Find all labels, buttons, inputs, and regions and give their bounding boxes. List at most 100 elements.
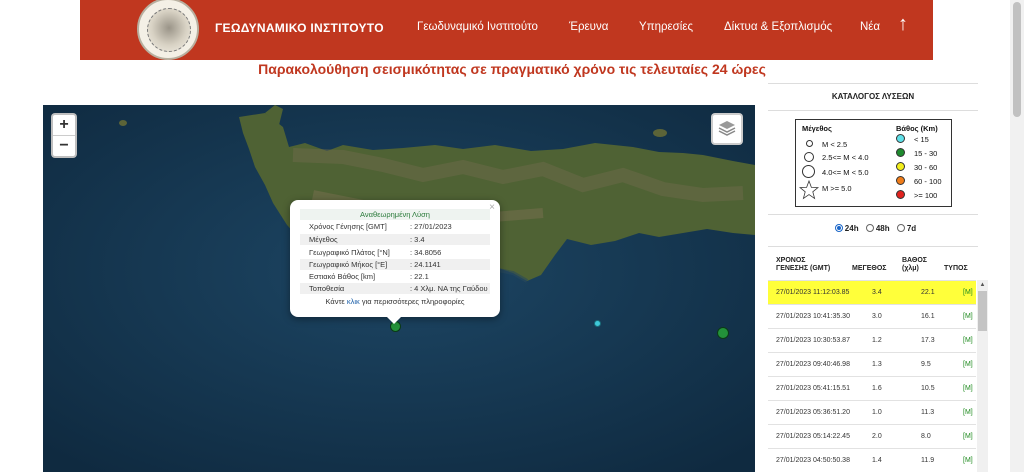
cell-type: [M] [963,337,973,344]
quake-marker[interactable] [594,320,601,327]
cell-depth: 17.3 [921,337,935,344]
popup-row: Τοποθεσία : 4 Χλμ. ΝΑ της Γαύδου [300,283,490,294]
cell-type: [M] [963,361,973,368]
nav-research[interactable]: Έρευνα [569,21,608,33]
popup-label: Τοποθεσία [309,284,345,293]
catalog-panel: ΚΑΤΑΛΟΓΟΣ ΛΥΣΕΩΝ Μέγεθος Βάθος (Km) M < … [768,83,978,472]
cell-time: 27/01/2023 10:30:53.87 [776,337,850,344]
nav-networks-equipment[interactable]: Δίκτυα & Εξοπλισμός [724,21,832,33]
cell-depth: 16.1 [921,313,935,320]
cell-depth: 8.0 [921,433,931,440]
legend-box: Μέγεθος Βάθος (Km) M < 2.5 2.5<= M < 4.0… [795,119,952,207]
cell-time: 27/01/2023 10:41:35.30 [776,313,850,320]
col-depth-l2: (χλμ) [902,265,919,272]
cell-magnitude: 1.3 [872,361,882,368]
popup-title: Αναθεωρημένη Λύση [300,209,490,220]
cell-time: 27/01/2023 09:40:46.98 [776,361,850,368]
divider [768,214,978,215]
popup-value: : 24.1141 [410,260,441,269]
scroll-up-icon[interactable]: ▲ [977,280,988,291]
nav-news[interactable]: Νέα [860,21,880,33]
cell-type: [M] [963,409,973,416]
range-48h-label[interactable]: 48h [876,224,890,233]
table-row[interactable]: 27/01/2023 09:40:46.98 1.3 9.5 [M] [768,352,976,377]
legend-magnitude-item: M < 2.5 [822,140,848,149]
logo-seal [147,8,191,52]
legend-depth-item: 60 - 100 [914,177,942,186]
legend-depth-item: 30 - 60 [914,163,938,172]
back-to-top-icon[interactable]: ↑ [898,14,908,34]
time-range-selector: 24h 48h 7d [768,224,978,233]
cell-magnitude: 3.0 [872,313,882,320]
cell-depth: 11.3 [921,409,935,416]
cell-magnitude: 1.0 [872,409,882,416]
quake-marker[interactable] [717,327,729,339]
cell-time: 27/01/2023 05:41:15.51 [776,385,850,392]
table-row[interactable]: 27/01/2023 04:50:50.38 1.4 11.9 [M] [768,448,976,473]
layers-icon [718,121,736,136]
depth-cyan-icon [896,134,905,143]
col-magnitude: ΜΕΓΕΘΟΣ [852,265,887,272]
range-7d-radio[interactable] [896,224,905,232]
catalog-title: ΚΑΤΑΛΟΓΟΣ ΛΥΣΕΩΝ [768,83,978,111]
nav-geodynamic-institute[interactable]: Γεωδυναμικό Ινστιτούτο [417,21,538,33]
popup-row: Γεωγραφικό Πλάτος [°N] : 34.8056 [300,247,490,258]
col-type: ΤΥΠΟΣ [944,265,968,272]
popup-label: Χρόνος Γένησης [GMT] [309,222,387,231]
cell-time: 27/01/2023 04:50:50.38 [776,457,850,464]
table-header: ΧΡΟΝΟΣ ΓΕΝΕΣΗΣ (GMT) ΜΕΓΕΘΟΣ ΒΑΘΟΣ (χλμ)… [768,255,978,281]
popup-row: Χρόνος Γένησης [GMT] : 27/01/2023 11:12:… [300,221,490,242]
popup-value: : 3.4 [410,235,425,244]
page-scrollbar[interactable] [1010,0,1024,472]
zoom-out-button[interactable]: − [53,135,75,156]
popup-label: Μέγεθος [309,235,338,244]
popup-tip [387,317,401,324]
page-scroll-thumb[interactable] [1013,2,1021,117]
zoom-in-button[interactable]: + [53,115,75,135]
table-scrollbar[interactable]: ▲ [977,280,988,472]
table-row[interactable]: 27/01/2023 10:41:35.30 3.0 16.1 [M] [768,304,976,329]
popup-row: Μέγεθος : 3.4 [300,234,490,245]
layers-button[interactable] [711,113,743,145]
legend-depth-item: 15 - 30 [914,149,938,158]
page-subtitle: Παρακολούθηση σεισμικότητας σε πραγματικ… [258,61,766,77]
depth-orange-icon [896,176,905,185]
col-time-l2: ΓΕΝΕΣΗΣ (GMT) [776,265,831,272]
table-row[interactable]: 27/01/2023 11:12:03.85 3.4 22.1 [M] [768,280,976,305]
table-scroll-thumb[interactable] [978,291,987,331]
legend-magnitude-item: M >= 5.0 [822,184,852,193]
depth-green-icon [896,148,905,157]
popup-value: : 34.8056 [410,248,442,257]
range-24h-label[interactable]: 24h [845,224,859,233]
table-row[interactable]: 27/01/2023 05:14:22.45 2.0 8.0 [M] [768,424,976,449]
legend-magnitude-item: 2.5<= M < 4.0 [822,153,869,162]
cell-type: [M] [963,289,973,296]
cell-type: [M] [963,313,973,320]
brand-name[interactable]: ΓΕΩΔΥΝΑΜΙΚΟ ΙΝΣΤΙΤΟΥΤΟ [215,21,384,35]
cell-type: [M] [963,433,973,440]
range-24h-radio[interactable] [834,224,843,232]
cell-type: [M] [963,457,973,464]
table-row[interactable]: 27/01/2023 10:30:53.87 1.2 17.3 [M] [768,328,976,353]
popup-label: Γεωγραφικό Μήκος [°E] [309,260,388,269]
magnitude-large-icon [802,165,815,178]
more-info-link[interactable]: κλικ [347,297,360,306]
popup-label: Εστιακό Βάθος [km] [309,272,376,281]
close-icon[interactable]: × [489,202,495,213]
popup-row: Γεωγραφικό Μήκος [°E] : 24.1141 [300,259,490,270]
range-48h-radio[interactable] [865,224,874,232]
cell-magnitude: 1.4 [872,457,882,464]
range-7d-label[interactable]: 7d [907,224,916,233]
legend-depth-item: < 15 [914,135,929,144]
cell-time: 27/01/2023 05:36:51.20 [776,409,850,416]
zoom-control: + − [51,113,77,158]
popup-footer-text: Κάντε [325,297,347,306]
table-row[interactable]: 27/01/2023 05:36:51.20 1.0 11.3 [M] [768,400,976,425]
nav-services[interactable]: Υπηρεσίες [639,21,693,33]
legend-depth-item: >= 100 [914,191,938,200]
depth-red-icon [896,190,905,199]
institute-logo[interactable] [137,0,199,60]
cell-time: 27/01/2023 05:14:22.45 [776,433,850,440]
col-time-l1: ΧΡΟΝΟΣ [776,257,806,264]
table-row[interactable]: 27/01/2023 05:41:15.51 1.6 10.5 [M] [768,376,976,401]
